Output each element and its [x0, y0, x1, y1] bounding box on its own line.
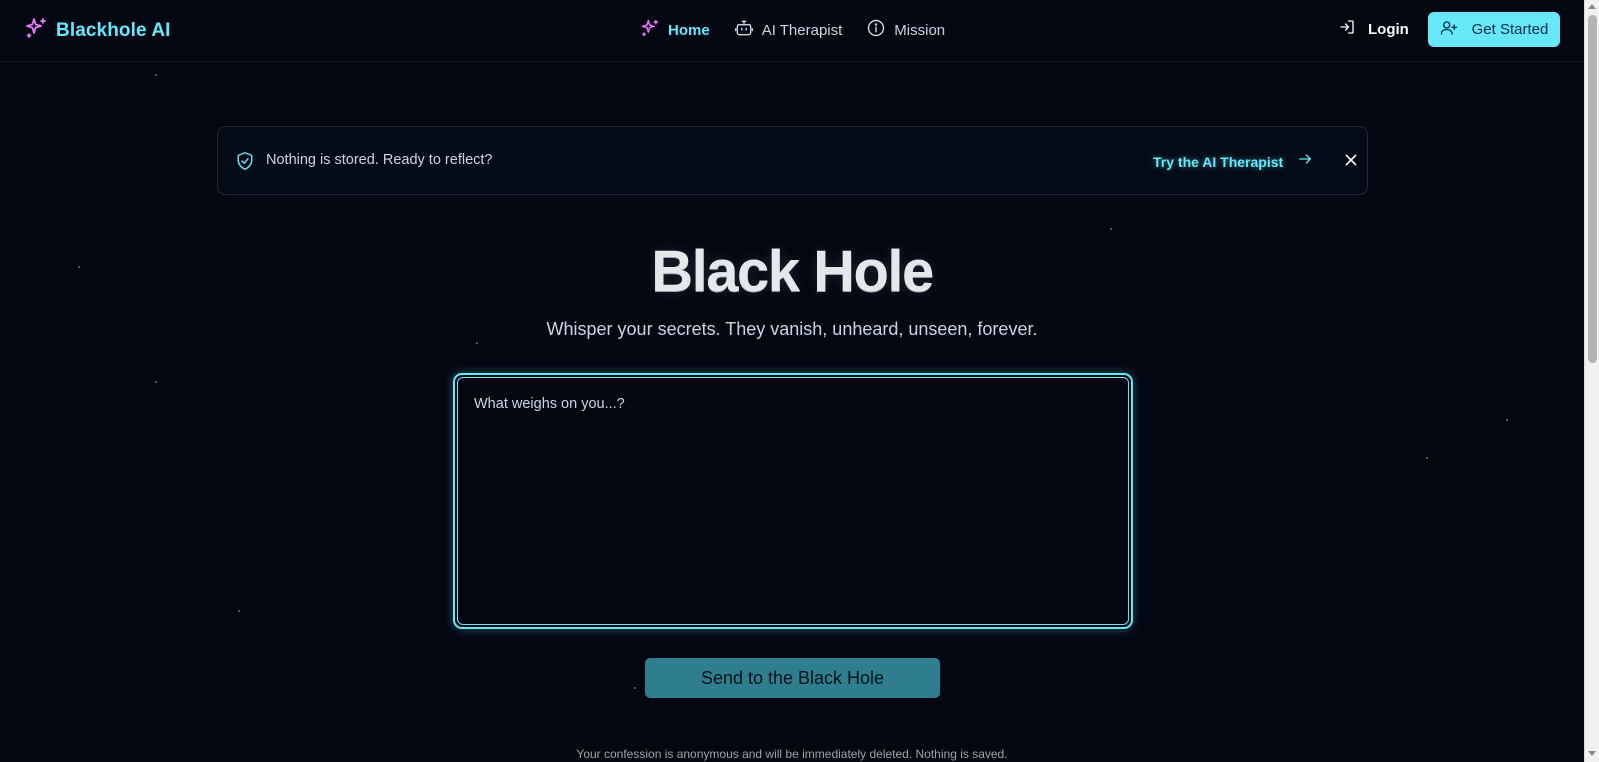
nav-mission[interactable]: Mission: [866, 18, 945, 42]
login-icon: [1338, 18, 1356, 40]
star: [634, 687, 636, 689]
try-ai-therapist-link[interactable]: Try the AI Therapist: [1153, 151, 1313, 172]
sparkle-icon: [24, 16, 48, 45]
arrow-right-icon: [1297, 151, 1313, 172]
banner-cta-label: Try the AI Therapist: [1153, 153, 1284, 170]
star: [1426, 457, 1428, 459]
star: [155, 74, 157, 76]
nav-ai-therapist-label: AI Therapist: [761, 21, 843, 39]
page: Blackhole AI Home AI Therapist Mission L…: [0, 0, 1599, 762]
info-icon: [866, 18, 886, 42]
nav-home-label: Home: [668, 21, 710, 39]
page-title: Black Hole: [651, 239, 934, 304]
confession-input-frame: [453, 373, 1133, 629]
user-plus-icon: [1440, 19, 1458, 41]
get-started-button[interactable]: Get Started: [1428, 12, 1560, 47]
login-button[interactable]: Login: [1338, 18, 1409, 40]
send-button[interactable]: Send to the Black Hole: [645, 658, 940, 698]
main-nav: Home AI Therapist Mission: [640, 18, 945, 42]
brand-name: Blackhole AI: [56, 19, 171, 41]
top-nav-bar: Blackhole AI Home AI Therapist Mission L…: [0, 0, 1584, 62]
get-started-label: Get Started: [1471, 21, 1549, 38]
brand-logo-link[interactable]: Blackhole AI: [24, 16, 171, 45]
sparkle-icon: [640, 18, 660, 42]
star: [476, 342, 478, 344]
bot-icon: [734, 18, 754, 42]
star: [155, 381, 157, 383]
scroll-up-arrow-icon[interactable]: [1588, 4, 1596, 9]
privacy-banner: Nothing is stored. Ready to reflect? Try…: [217, 126, 1368, 195]
close-icon[interactable]: [1342, 151, 1360, 174]
star: [238, 610, 240, 612]
nav-home[interactable]: Home: [640, 18, 710, 42]
scrollbar-thumb[interactable]: [1588, 15, 1597, 363]
scroll-down-arrow-icon[interactable]: [1588, 751, 1596, 756]
privacy-footnote: Your confession is anonymous and will be…: [576, 747, 1008, 761]
login-label: Login: [1368, 20, 1409, 38]
star: [1506, 419, 1508, 421]
confession-input[interactable]: [457, 377, 1129, 625]
page-scrollbar[interactable]: [1584, 0, 1599, 762]
nav-mission-label: Mission: [894, 21, 946, 39]
shield-check-icon: [236, 151, 254, 176]
nav-ai-therapist[interactable]: AI Therapist: [734, 18, 843, 42]
page-subtitle: Whisper your secrets. They vanish, unhea…: [546, 319, 1038, 339]
banner-message: Nothing is stored. Ready to reflect?: [266, 152, 493, 168]
star: [1110, 228, 1112, 230]
